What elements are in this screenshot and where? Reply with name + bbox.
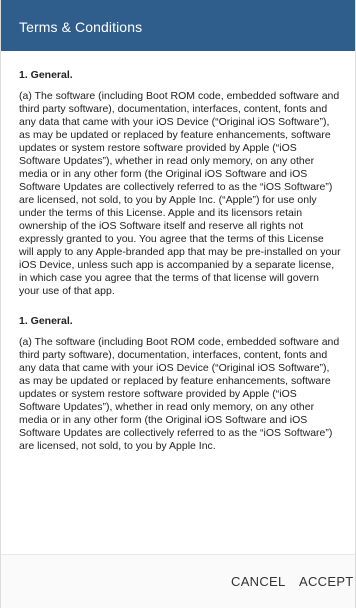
section-heading: 1. General. (19, 69, 73, 81)
cancel-button[interactable]: CANCEL (231, 574, 286, 590)
accept-button[interactable]: ACCEPT (299, 574, 354, 590)
terms-content[interactable]: 1. General. (a) The software (including … (1, 51, 355, 554)
terms-section: 1. General. (a) The software (including … (19, 315, 341, 453)
terms-section: 1. General. (a) The software (including … (19, 69, 341, 298)
dialog-footer: CANCEL ACCEPT (1, 554, 355, 608)
section-body: (a) The software (including Boot ROM cod… (19, 336, 340, 452)
section-body: (a) The software (including Boot ROM cod… (19, 90, 341, 297)
terms-dialog: Terms & Conditions 1. General. (a) The s… (0, 0, 356, 608)
dialog-header: Terms & Conditions (1, 0, 355, 51)
dialog-title: Terms & Conditions (19, 19, 143, 35)
section-heading: 1. General. (19, 315, 73, 327)
